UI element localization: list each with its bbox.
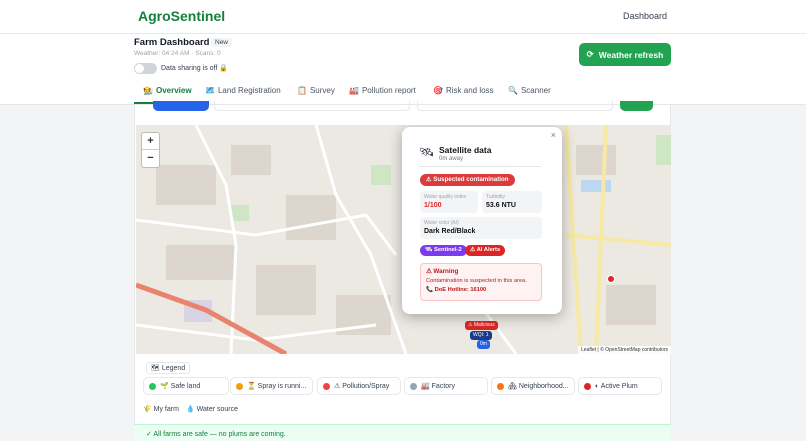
warning-box: ⚠ Warning Contamination is suspected in …: [420, 263, 542, 301]
tab-pollution-report[interactable]: 🏭 Pollution report: [349, 86, 416, 95]
distance-marker[interactable]: 0m: [477, 340, 490, 349]
tab-overview[interactable]: 🧑‍🌾 Overview: [143, 86, 192, 95]
magnifier-icon: 🔍: [508, 86, 518, 95]
legend-label: 🌱 Safe land: [160, 383, 201, 390]
red-dot-icon: [584, 382, 591, 390]
legend-spray-running: ⏳ Spray is runni...: [230, 377, 313, 395]
nav-dashboard-link[interactable]: Dashboard: [623, 11, 667, 21]
legend-pollution-spray: ⚠ Pollution/Spray: [317, 377, 401, 395]
page-title: Farm Dashboard: [134, 37, 210, 48]
satellite-icon: 🛰: [419, 145, 435, 159]
tab-label: Land Registration: [217, 86, 281, 95]
ai-alerts-tag: ⚠ AI Alerts: [465, 245, 506, 256]
refresh-icon: ⟳: [586, 49, 594, 59]
water-color-card: Water color (AI) Dark Red/Black: [420, 217, 542, 239]
zoom-in-button[interactable]: +: [142, 133, 159, 150]
turbidity-label: Turbidity: [486, 194, 505, 200]
water-color-value: Dark Red/Black: [424, 228, 476, 235]
map-icon: 🗺️: [205, 86, 215, 95]
zoom-control: + −: [141, 132, 160, 168]
warning-title: ⚠ Warning: [426, 268, 459, 275]
factory-marker[interactable]: [607, 275, 615, 283]
tab-label: Pollution report: [361, 86, 416, 95]
tab-label: Survey: [309, 86, 335, 95]
popup-title: Satellite data: [439, 145, 492, 155]
location-input[interactable]: [214, 101, 410, 111]
popup-divider: [419, 166, 541, 167]
zoom-out-button[interactable]: −: [142, 150, 159, 167]
orange-dot-icon: [497, 382, 504, 390]
legend-neighborhood: 🏘 Neighborhood...: [491, 377, 575, 395]
top-navbar: AgroSentinel Dashboard: [0, 0, 806, 34]
turbidity-card: Turbidity 53.6 NTU: [482, 191, 542, 213]
legend-active-plum: ◐ Active Plum: [578, 377, 662, 395]
wqi-label: Water quality index: [424, 194, 467, 200]
legend-label: ⚠ Pollution/Spray: [334, 383, 390, 390]
turbidity-value: 53.6 NTU: [486, 202, 516, 209]
wqi-card: Water quality index 1/100: [420, 191, 478, 213]
contamination-status-badge: ⚠ Suspected contamination: [420, 174, 515, 186]
legend-label: 🏭 Factory: [421, 383, 455, 390]
tab-survey[interactable]: 📋 Survey: [297, 86, 335, 95]
dashboard-header: Farm Dashboard New Weather: 04:24 AM · S…: [0, 34, 806, 105]
search-button[interactable]: [153, 101, 209, 111]
tab-risk-and-loss[interactable]: 🎯 Risk and loss: [433, 86, 494, 95]
coordinate-input[interactable]: [417, 101, 613, 111]
red-dot-icon: [323, 382, 330, 390]
factory-icon: 🏭: [349, 86, 359, 95]
clipboard-icon: 📋: [297, 86, 307, 95]
wqi-value: 1/100: [424, 202, 442, 209]
legend-title: 🗺 Legend: [146, 362, 191, 374]
legend-factory: 🏭 Factory: [404, 377, 488, 395]
sentinel-tag: 🛰 Sentinel-2: [420, 245, 467, 256]
tab-label: Overview: [155, 86, 192, 95]
tab-scanner[interactable]: 🔍 Scanner: [508, 86, 551, 95]
brand-logo[interactable]: AgroSentinel: [138, 8, 225, 24]
data-sharing-label: Data sharing is off 🔒: [161, 65, 228, 72]
new-badge: New: [211, 38, 233, 47]
weather-meta: Weather: 04:24 AM · Scans: 0: [134, 50, 221, 57]
data-sharing-toggle[interactable]: [134, 63, 157, 74]
orange-dot-icon: [236, 382, 243, 390]
water-color-label: Water color (AI): [424, 220, 459, 226]
map-attribution[interactable]: Leaflet | © OpenStreetMap contributors: [578, 346, 671, 354]
weather-refresh-button[interactable]: ⟳ Weather refresh: [579, 43, 671, 66]
warning-text: Contamination is suspected in this area.: [426, 278, 527, 284]
tab-label: Scanner: [520, 86, 551, 95]
legend-safe-land: 🌱 Safe land: [143, 377, 229, 395]
legend-label: 🏘 Neighborhood...: [508, 383, 569, 390]
gray-dot-icon: [410, 382, 417, 390]
close-icon[interactable]: ×: [551, 130, 556, 140]
legend-water-source: 💧 Water source: [186, 406, 239, 413]
go-button[interactable]: [620, 101, 653, 111]
tab-land-registration[interactable]: 🗺️ Land Registration: [205, 86, 281, 95]
legend-label: ⏳ Spray is runni...: [247, 383, 307, 390]
farmer-icon: 🧑‍🌾: [143, 86, 153, 95]
popup-distance: 0m away: [439, 156, 464, 162]
weather-refresh-label: Weather refresh: [598, 49, 664, 60]
legend-my-farm: 🌾 My farm: [143, 406, 179, 413]
tab-label: Risk and loss: [445, 86, 494, 95]
target-icon: 🎯: [433, 86, 443, 95]
map-view[interactable]: + − ⚠ Malicious WQI: 1 0m × 🛰 Satellite …: [136, 125, 671, 354]
legend-label: ◐ Active Plum: [595, 382, 638, 390]
status-footer: ✓ All farms are safe — no plums are comi…: [134, 424, 671, 441]
wqi-marker[interactable]: WQI: 1: [470, 331, 492, 340]
green-dot-icon: [149, 382, 156, 390]
satellite-popup: × 🛰 Satellite data 0m away ⚠ Suspected c…: [402, 127, 562, 314]
malicious-marker[interactable]: ⚠ Malicious: [465, 321, 498, 330]
hotline-text: 📞 DoE Hotline: 16100: [426, 287, 487, 293]
